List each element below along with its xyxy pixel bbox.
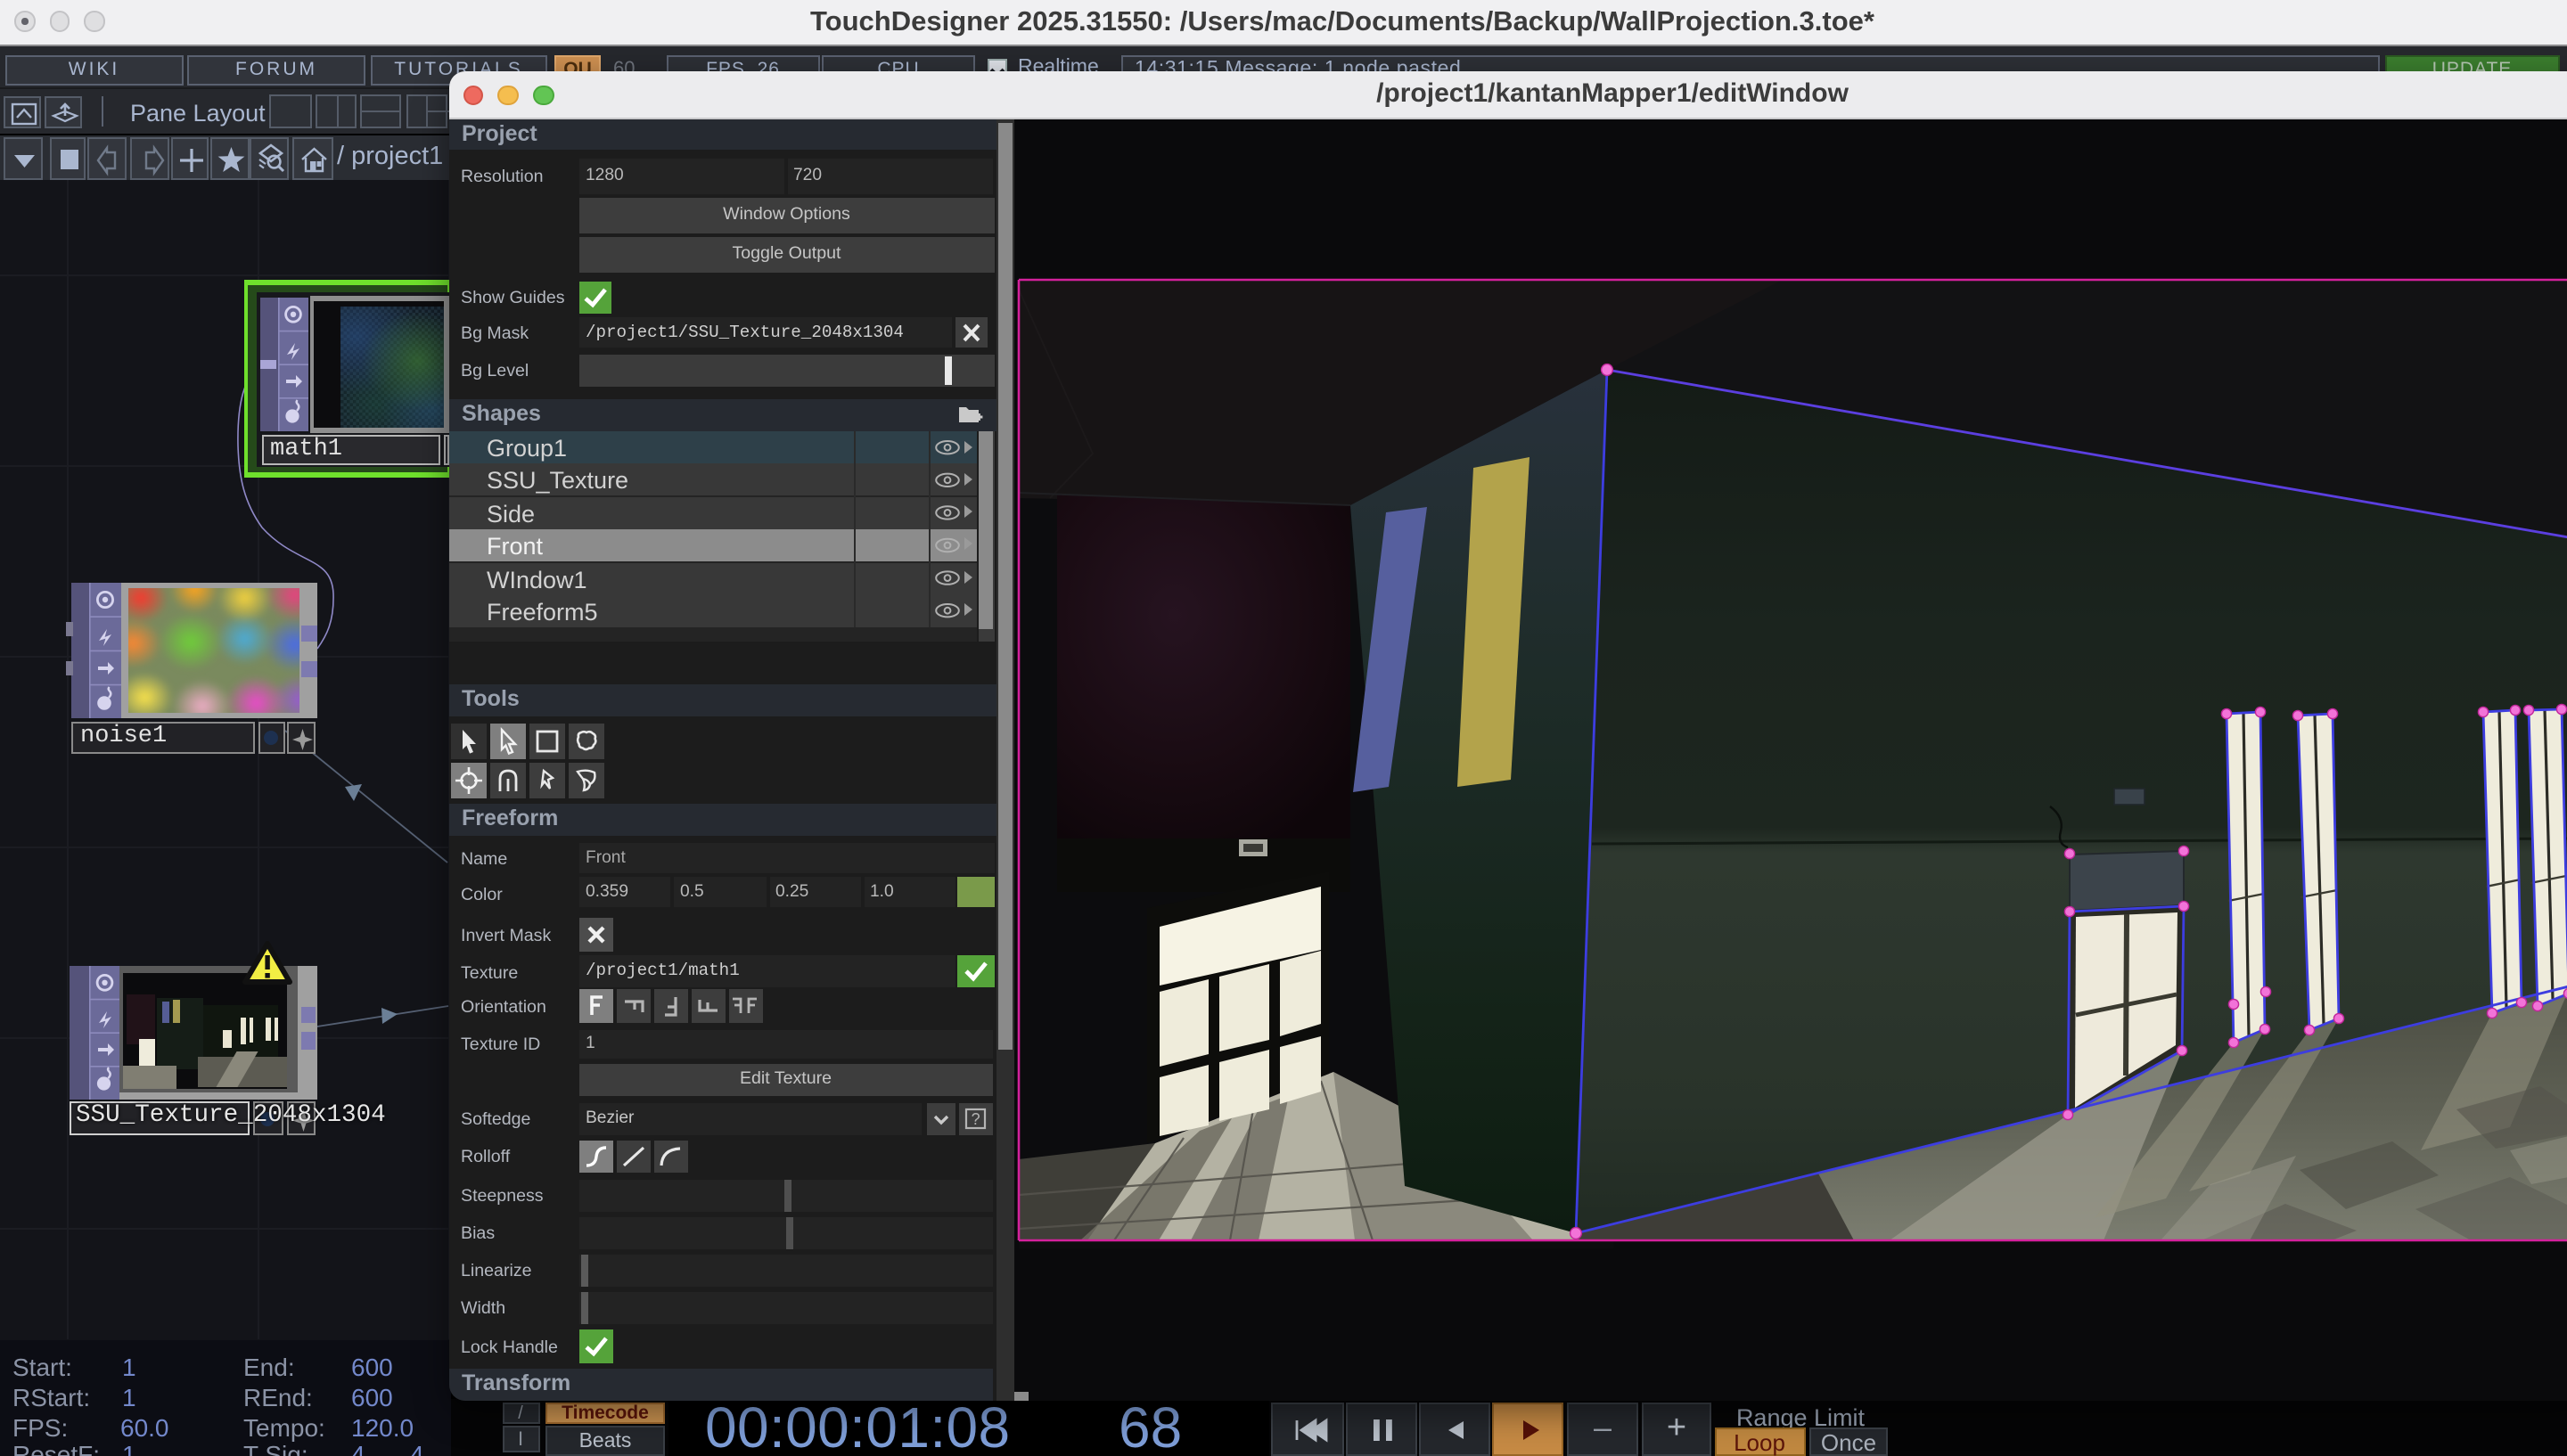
svg-text:?: ? [972,1110,980,1128]
